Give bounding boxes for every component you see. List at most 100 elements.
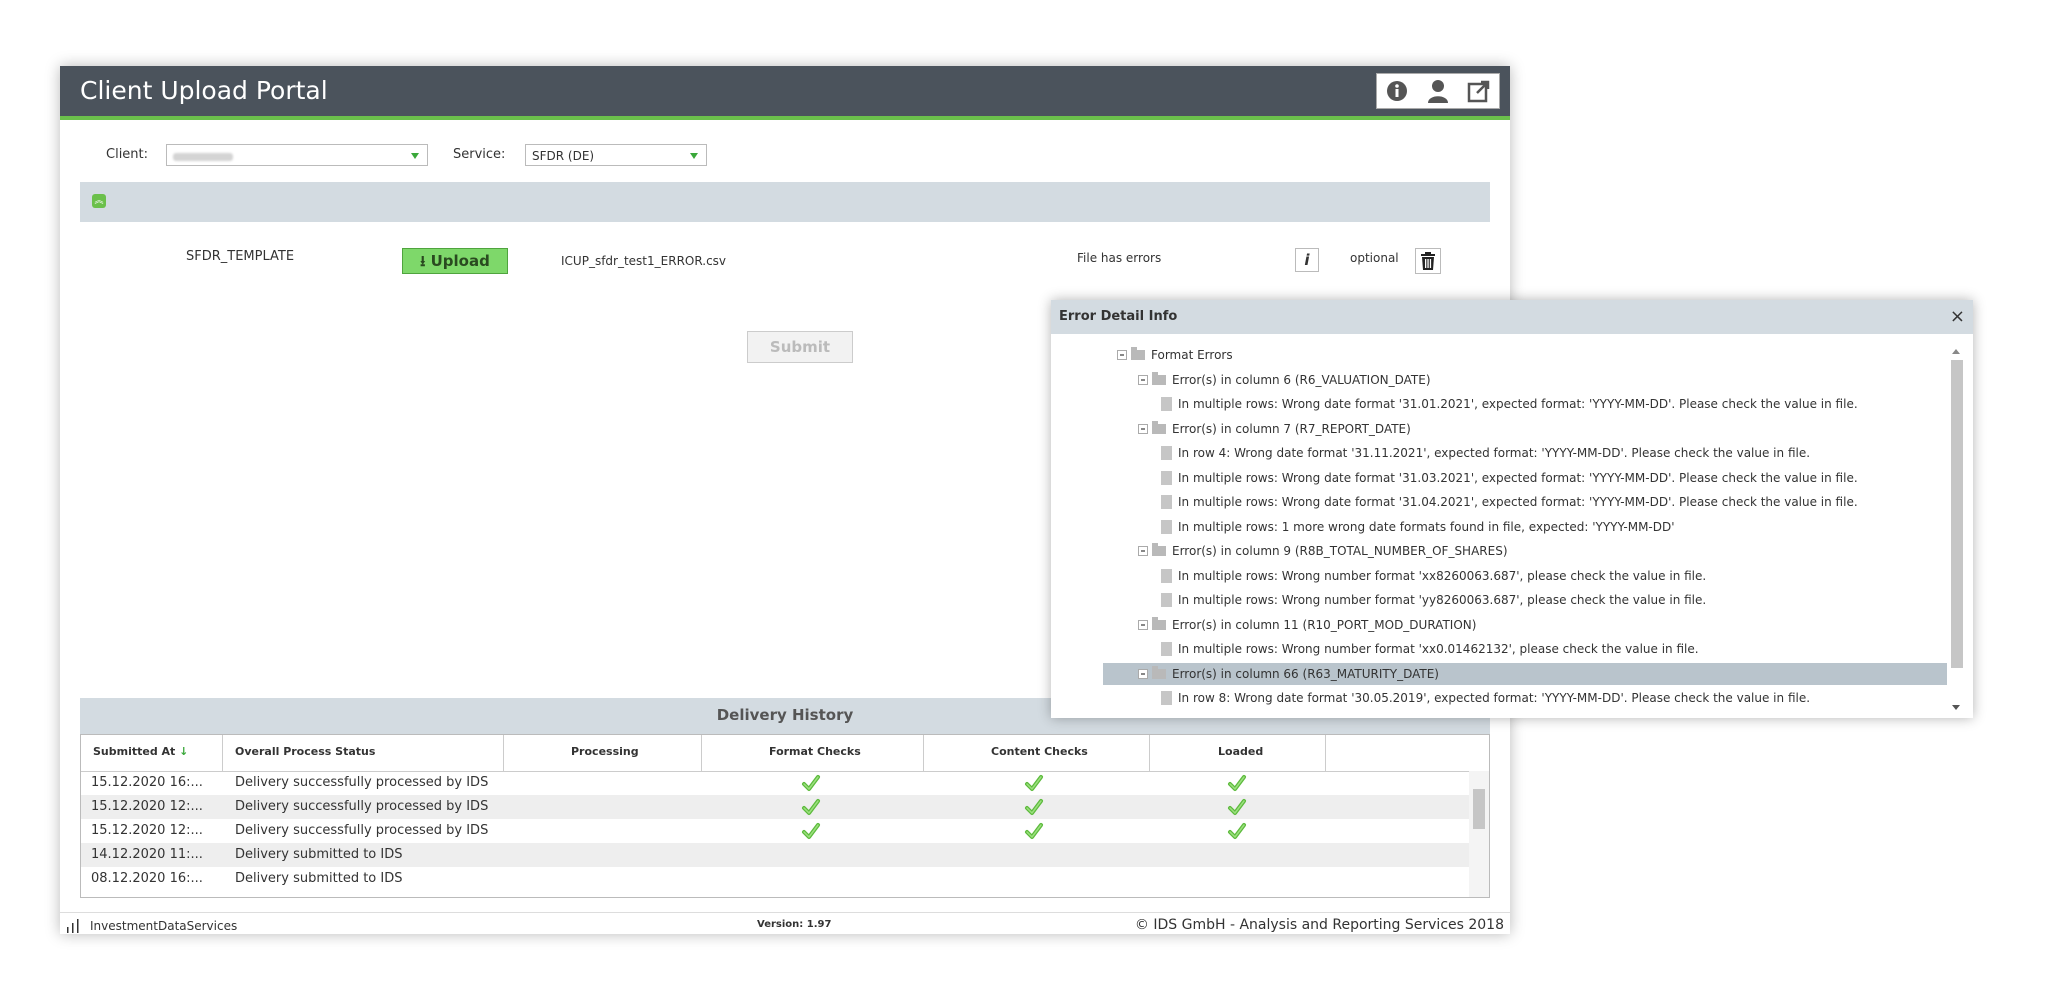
tree-node-label: In multiple rows: Wrong number format 'x… bbox=[1178, 568, 1707, 583]
close-icon[interactable]: × bbox=[1950, 306, 1965, 327]
column-overall-status[interactable]: Overall Process Status bbox=[235, 745, 375, 758]
collapse-toggle-icon[interactable] bbox=[1138, 619, 1148, 630]
tree-error-node[interactable]: In multiple rows: Wrong date format '31.… bbox=[1159, 467, 1858, 489]
document-icon bbox=[1161, 593, 1172, 607]
column-format-checks[interactable]: Format Checks bbox=[769, 745, 861, 758]
app-title: Client Upload Portal bbox=[80, 76, 328, 105]
collapse-toggle-icon[interactable] bbox=[1117, 350, 1127, 360]
check-icon bbox=[801, 797, 821, 817]
tree-error-node[interactable]: In row 4: Wrong date format '31.11.2021'… bbox=[1159, 442, 1810, 464]
external-link-icon[interactable] bbox=[1464, 76, 1494, 106]
title-bar: Client Upload Portal bbox=[60, 66, 1510, 120]
service-select[interactable]: SFDR (DE) bbox=[525, 144, 707, 166]
tree-folder-node[interactable]: Error(s) in column 66 (R63_MATURITY_DATE… bbox=[1103, 662, 1947, 685]
service-value: SFDR (DE) bbox=[532, 149, 595, 163]
chevron-down-icon bbox=[411, 153, 419, 159]
tree-node-label: In row 8: Wrong date format '30.05.2019'… bbox=[1178, 691, 1811, 705]
upload-button[interactable]: ⭳ Upload bbox=[402, 248, 508, 274]
tree-error-node[interactable]: In multiple rows: Wrong number format 'x… bbox=[1159, 565, 1706, 587]
tree-node-label: In multiple rows: Wrong date format '31.… bbox=[1178, 495, 1858, 509]
document-icon bbox=[1161, 446, 1172, 460]
check-icon bbox=[1024, 797, 1044, 817]
collapse-icon[interactable]: ︽ bbox=[92, 194, 106, 208]
upload-icon: ⭳ bbox=[420, 252, 426, 270]
user-icon[interactable] bbox=[1423, 76, 1453, 106]
document-icon bbox=[1161, 568, 1172, 583]
client-select[interactable] bbox=[166, 144, 428, 166]
requirement-label: optional bbox=[1350, 251, 1399, 265]
error-tree: Format Errors Error(s) in column 6 (R6_VA… bbox=[1051, 344, 1947, 714]
document-icon bbox=[1161, 642, 1172, 656]
upload-panel-header: ︽ bbox=[80, 182, 1490, 222]
table-row[interactable]: 08.12.2020 16:... Delivery submitted to I… bbox=[81, 867, 1469, 891]
check-icon bbox=[1024, 773, 1044, 793]
scrollbar-thumb[interactable] bbox=[1473, 789, 1485, 829]
cell-submitted-at: 15.12.2020 12:... bbox=[91, 823, 203, 838]
check-icon bbox=[1227, 773, 1247, 793]
collapse-toggle-icon[interactable] bbox=[1138, 374, 1148, 385]
tree-error-node[interactable]: In multiple rows: Wrong date format '31.… bbox=[1159, 393, 1858, 415]
folder-icon bbox=[1152, 371, 1166, 385]
template-name: SFDR_TEMPLATE bbox=[186, 249, 295, 264]
column-processing[interactable]: Processing bbox=[571, 745, 639, 758]
table-header: Submitted At ↓ Overall Process Status Pr… bbox=[81, 735, 1489, 772]
tree-folder-node[interactable]: Format Errors bbox=[1117, 344, 1233, 366]
tree-error-node[interactable]: In multiple rows: Wrong number format 'x… bbox=[1159, 638, 1699, 660]
info-icon[interactable] bbox=[1382, 76, 1412, 106]
cell-process-status: Delivery submitted to IDS bbox=[235, 847, 403, 862]
tree-error-node[interactable]: In multiple rows: Wrong date format '31.… bbox=[1159, 491, 1858, 513]
scroll-down-icon[interactable] bbox=[1952, 705, 1960, 710]
error-info-button[interactable]: i bbox=[1295, 248, 1319, 272]
tree-error-node[interactable]: In multiple rows: 1 more wrong date form… bbox=[1159, 516, 1675, 538]
folder-icon bbox=[1152, 616, 1166, 630]
client-label: Client: bbox=[106, 147, 149, 162]
header-icon-group bbox=[1376, 73, 1500, 109]
tree-node-label: In multiple rows: Wrong number format 'y… bbox=[1178, 593, 1707, 607]
scrollbar-thumb[interactable] bbox=[1951, 360, 1963, 668]
collapse-toggle-icon[interactable] bbox=[1138, 668, 1148, 679]
uploaded-filename: ICUP_sfdr_test1_ERROR.csv bbox=[561, 254, 727, 268]
tree-error-node[interactable]: In multiple rows: Wrong number format 'y… bbox=[1159, 589, 1706, 611]
cell-submitted-at: 14.12.2020 11:... bbox=[91, 847, 203, 862]
collapse-toggle-icon[interactable] bbox=[1138, 546, 1148, 556]
tree-error-node[interactable]: In row 8: Wrong date format '30.05.2019'… bbox=[1159, 687, 1810, 709]
collapse-toggle-icon[interactable] bbox=[1138, 423, 1148, 434]
tree-folder-node[interactable]: Error(s) in column 7 (R7_REPORT_DATE) bbox=[1138, 418, 1411, 440]
ids-logo: InvestmentDataServices bbox=[66, 919, 237, 933]
copyright: © IDS GmbH - Analysis and Reporting Serv… bbox=[1134, 917, 1504, 933]
column-content-checks[interactable]: Content Checks bbox=[991, 745, 1088, 758]
cell-submitted-at: 15.12.2020 16:... bbox=[91, 775, 203, 790]
column-loaded[interactable]: Loaded bbox=[1218, 745, 1263, 758]
cell-submitted-at: 15.12.2020 12:... bbox=[91, 799, 203, 814]
submit-button[interactable]: Submit bbox=[747, 331, 853, 363]
tree-folder-node[interactable]: Error(s) in column 9 (R8B_TOTAL_NUMBER_O… bbox=[1138, 540, 1508, 562]
check-icon bbox=[801, 821, 821, 841]
table-row[interactable]: 15.12.2020 12:... Delivery successfully p… bbox=[81, 795, 1469, 819]
column-submitted-at[interactable]: Submitted At ↓ bbox=[93, 745, 188, 758]
table-row[interactable]: 15.12.2020 12:... Delivery successfully p… bbox=[81, 819, 1469, 843]
cell-submitted-at: 08.12.2020 16:... bbox=[91, 871, 203, 886]
chevron-down-icon bbox=[690, 153, 698, 159]
tree-node-label: Error(s) in column 6 (R6_VALUATION_DATE) bbox=[1172, 372, 1431, 387]
tree-folder-node[interactable]: Error(s) in column 11 (R10_PORT_MOD_DURA… bbox=[1138, 614, 1476, 636]
document-icon bbox=[1161, 519, 1172, 534]
tree-node-label: Error(s) in column 11 (R10_PORT_MOD_DURA… bbox=[1172, 617, 1477, 632]
tree-node-label: In multiple rows: 1 more wrong date form… bbox=[1178, 519, 1675, 534]
tree-node-label: In multiple rows: Wrong number format 'x… bbox=[1178, 642, 1699, 656]
trash-icon[interactable] bbox=[1415, 248, 1441, 274]
scroll-up-icon[interactable] bbox=[1952, 349, 1960, 354]
dialog-header: Error Detail Info × bbox=[1051, 300, 1973, 334]
file-status: File has errors bbox=[1077, 251, 1162, 265]
tree-node-label: Format Errors bbox=[1151, 348, 1233, 362]
tree-folder-node[interactable]: Error(s) in column 6 (R6_VALUATION_DATE) bbox=[1138, 369, 1431, 391]
folder-icon bbox=[1152, 665, 1166, 679]
dialog-scrollbar[interactable] bbox=[1947, 344, 1965, 714]
table-row[interactable]: 14.12.2020 11:... Delivery submitted to I… bbox=[81, 843, 1469, 867]
table-scrollbar[interactable] bbox=[1469, 771, 1489, 897]
cell-process-status: Delivery successfully processed by IDS bbox=[235, 823, 489, 838]
folder-icon bbox=[1152, 543, 1166, 556]
tree-node-label: In row 4: Wrong date format '31.11.2021'… bbox=[1178, 446, 1811, 460]
cell-process-status: Delivery submitted to IDS bbox=[235, 871, 403, 886]
table-row[interactable]: 15.12.2020 16:... Delivery successfully p… bbox=[81, 771, 1469, 795]
tree-node-label: Error(s) in column 66 (R63_MATURITY_DATE… bbox=[1172, 666, 1439, 681]
